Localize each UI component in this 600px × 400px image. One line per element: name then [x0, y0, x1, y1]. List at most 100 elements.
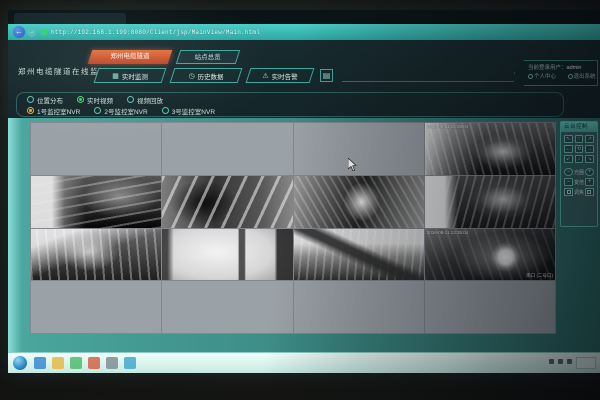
radio-option[interactable]: 实时视频 — [77, 95, 113, 105]
radio-icon — [127, 96, 134, 103]
radio-option[interactable]: 视频回放 — [127, 95, 163, 105]
radio-option[interactable]: 2号监控室NVR — [94, 106, 147, 116]
login-user-row: 当前登录用户：admin — [528, 64, 595, 73]
network-icon[interactable] — [549, 359, 554, 364]
tab-active[interactable]: 郑州电缆隧道 — [88, 50, 173, 64]
camera-cell[interactable] — [31, 176, 161, 228]
radio-icon — [162, 107, 169, 114]
ptz-control-rows: −光圈+−变倍+调焦 — [561, 168, 597, 196]
ptz-arrow-button[interactable]: ↑ — [575, 135, 584, 143]
focus-frame-icon — [567, 190, 571, 194]
ie-browser-icon[interactable] — [34, 357, 46, 369]
header-divider — [342, 81, 514, 82]
toolbar-button-content: ◷ 历史数据 — [173, 69, 239, 82]
camera-cell[interactable] — [425, 176, 555, 228]
camera-cell[interactable]: 2016-08-11 13:35:04南口 (二号口) — [425, 229, 555, 281]
osd-timestamp: 2016-08-11 13:35:04 — [427, 230, 468, 235]
radio-label: 1号监控室NVR — [37, 106, 80, 116]
toolbar-button-label: 历史数据 — [198, 71, 224, 81]
ptz-minus-button[interactable] — [564, 188, 573, 196]
page-title: 郑州电缆隧道在线监测 — [18, 66, 108, 77]
camera-cell[interactable] — [162, 123, 292, 175]
gray-app-icon[interactable] — [106, 357, 118, 369]
url-field[interactable]: http://192.168.1.199:8080/Client/jsp/Mai… — [51, 29, 260, 36]
ptz-arrow-button[interactable]: ↗ — [585, 135, 594, 143]
camera-cell[interactable] — [162, 229, 292, 281]
back-button[interactable]: ← — [13, 26, 25, 38]
camera-cell[interactable] — [294, 229, 424, 281]
camera-cell[interactable] — [162, 281, 292, 333]
radio-icon — [27, 96, 34, 103]
camera-cell[interactable] — [31, 229, 161, 281]
camera-cell[interactable] — [294, 176, 424, 228]
ptz-plus-button[interactable]: + — [585, 178, 594, 186]
profile-link[interactable]: 个人中心 — [528, 74, 561, 80]
report-icon[interactable]: ▤ — [320, 69, 333, 82]
clock-area[interactable] — [576, 357, 596, 369]
view-mode-radios: 位置分布 实时视频 视频回放 — [27, 94, 177, 105]
camera-cell[interactable]: 2016-08-11 13:35:04 — [425, 123, 555, 175]
volume-icon[interactable] — [558, 359, 563, 364]
ptz-arrow-button[interactable]: ⟲ — [575, 145, 584, 153]
media-app-icon[interactable] — [124, 357, 136, 369]
tab-idle[interactable]: 站点总览 — [176, 50, 241, 64]
monitor-icon: ▦ — [112, 72, 119, 80]
ptz-plus-button[interactable] — [585, 188, 594, 196]
ptz-arrow-button[interactable]: ↘ — [585, 155, 594, 163]
camera-cell[interactable] — [31, 281, 161, 333]
logout-link[interactable]: 退出系统 — [568, 74, 600, 80]
ptz-row-label: 变倍 — [574, 179, 584, 186]
ptz-arrow-button[interactable]: ↙ — [564, 155, 573, 163]
ptz-minus-button[interactable]: − — [564, 168, 573, 176]
ptz-arrow-button[interactable]: → — [585, 145, 594, 153]
person-icon — [528, 74, 533, 79]
nvr-source-radios: 1号监控室NVR 2号监控室NVR 3号监控室NVR — [27, 105, 229, 116]
camera-feed — [294, 229, 424, 281]
user-links-row: 个人中心 退出系统 — [528, 73, 595, 82]
filter-panel: 位置分布 实时视频 视频回放 1号监控室NVR 2号监控室NVR 3号监控室NVR — [16, 92, 564, 117]
camera-cell[interactable] — [425, 281, 555, 333]
login-user-label: 当前登录用户： — [528, 65, 567, 71]
radio-dot-inner — [29, 109, 32, 112]
folder-icon[interactable] — [52, 357, 64, 369]
radio-label: 位置分布 — [37, 95, 63, 105]
ptz-arrow-button[interactable]: ↖ — [564, 135, 573, 143]
camera-feed — [162, 176, 292, 228]
ptz-minus-button[interactable]: − — [564, 178, 573, 186]
toolbar-button-label: 实时监测 — [122, 71, 148, 81]
radio-option[interactable]: 1号监控室NVR — [27, 106, 80, 116]
camera-cell[interactable] — [31, 123, 161, 175]
camera-feed — [425, 123, 555, 175]
history-icon: ◷ — [188, 72, 194, 80]
ptz-direction-pad: ↖↑↗ ←⟲→ ↙↓↘ — [561, 132, 597, 166]
toolbar-button[interactable]: ▦实时监测 — [94, 68, 167, 83]
content-area: 2016-08-11 13:35:042016-08-11 13:35:04南口… — [8, 118, 600, 352]
camera-feed — [31, 229, 161, 281]
system-tray — [549, 359, 572, 364]
ptz-panel-title: 云台控制 — [561, 122, 597, 132]
browser-tab[interactable] — [14, 13, 126, 24]
start-button[interactable] — [13, 356, 27, 370]
green-app-icon[interactable] — [70, 357, 82, 369]
ptz-arrow-button[interactable]: ↓ — [575, 155, 584, 163]
camera-cell[interactable] — [294, 123, 424, 175]
tab-label: 郑州电缆隧道 — [90, 50, 170, 64]
camera-feed — [162, 229, 292, 281]
toolbar-button[interactable]: ◷ 历史数据 — [170, 68, 243, 83]
toolbar-button[interactable]: ⚠实时告警 — [246, 68, 315, 83]
username: admin — [567, 65, 582, 71]
radio-option[interactable]: 位置分布 — [27, 95, 63, 105]
radio-option[interactable]: 3号监控室NVR — [162, 106, 215, 116]
camera-cell[interactable] — [294, 281, 424, 333]
forward-button[interactable]: → — [27, 28, 36, 37]
orange-app-icon[interactable] — [88, 357, 100, 369]
ptz-plus-button[interactable]: + — [585, 168, 594, 176]
camera-feed — [294, 176, 424, 228]
toolbar-button-label: 实时告警 — [272, 71, 298, 81]
camera-cell[interactable] — [162, 176, 292, 228]
camera-feed — [31, 176, 161, 228]
toolbar-button-content: ⚠实时告警 — [249, 69, 311, 82]
ptz-arrow-button[interactable]: ← — [564, 145, 573, 153]
tab-label: 站点总览 — [179, 51, 237, 65]
notification-icon[interactable] — [567, 359, 572, 364]
